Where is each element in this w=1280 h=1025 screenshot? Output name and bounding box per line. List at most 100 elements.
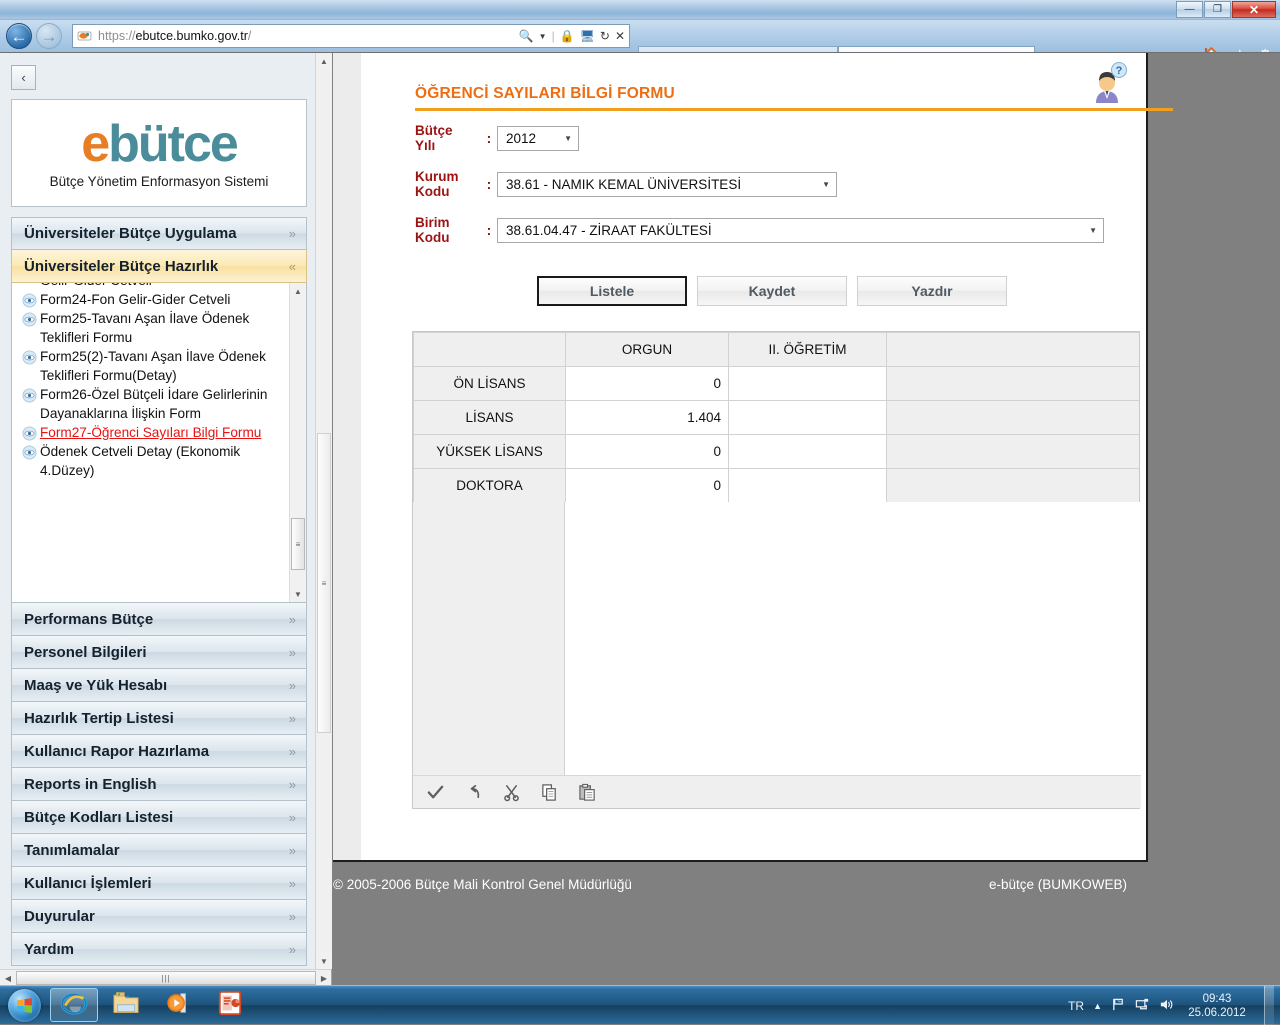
kaydet-button[interactable]: Kaydet [697,276,847,306]
table-row[interactable]: YÜKSEK LİSANS 0 [414,435,1140,469]
table-row[interactable]: DOKTORA 0 [414,469,1140,503]
cell-filler [887,367,1140,401]
birim-kodu-select[interactable]: 38.61.04.47 - ZİRAAT FAKÜLTESİ ▼ [497,218,1104,243]
sidebar-item-hazirlik-tertip-listesi[interactable]: Hazırlık Tertip Listesi » [11,702,307,735]
tree-item-form27-ogrenci-sayilari[interactable]: Form27-Öğrenci Sayıları Bilgi Formu [12,423,288,442]
sidebar-item-universiteler-butce-hazirlik[interactable]: Üniversiteler Bütçe Hazırlık « [11,250,307,283]
node-eye-icon[interactable] [18,347,40,366]
sidebar-item-reports-in-english[interactable]: Reports in English » [11,768,307,801]
cell-ikinci-ogretim[interactable] [729,469,887,503]
chevron-up-icon[interactable]: ▲ [1093,1001,1102,1011]
cell-orgun[interactable]: 0 [566,367,729,401]
sidebar-item-yardim[interactable]: Yardım » [11,933,307,966]
tree-item[interactable]: Form24-Fon Gelir-Gider Cetveli [12,290,288,309]
scrollbar-thumb[interactable]: ≡ [317,433,331,733]
cell-ikinci-ogretim[interactable] [729,367,887,401]
minimize-button[interactable]: — [1176,1,1203,18]
sidebar-item-butce-kodlari-listesi[interactable]: Bütçe Kodları Listesi » [11,801,307,834]
sidebar-item-maas-ve-yuk-hesabi[interactable]: Maaş ve Yük Hesabı » [11,669,307,702]
accept-check-icon[interactable] [425,782,445,802]
butce-yili-select[interactable]: 2012 ▼ [497,126,579,151]
sidebar-item-universiteler-butce-uygulama[interactable]: Üniversiteler Bütçe Uygulama » [11,217,307,250]
node-eye-icon[interactable] [18,290,40,309]
lock-icon[interactable]: 🔒 [560,29,575,43]
search-icon[interactable]: 🔍 [519,29,534,43]
address-bar[interactable]: https://ebutce.bumko.gov.tr/ 🔍 ▼ | 🔒 🖥 ↻… [72,24,630,48]
page-horizontal-scrollbar[interactable]: ◀ ||| ▶ [0,969,332,986]
sidebar-item-kullanici-rapor-hazirlama[interactable]: Kullanıcı Rapor Hazırlama » [11,735,307,768]
clock-time: 09:43 [1203,993,1232,1005]
cell-orgun[interactable]: 1.404 [566,401,729,435]
listele-button[interactable]: Listele [537,276,687,306]
restore-button[interactable]: ❐ [1204,1,1231,18]
sidebar-item-performans-butce[interactable]: Performans Bütçe » [11,603,307,636]
scroll-down-icon[interactable]: ▼ [290,586,306,602]
field-colon: : [481,176,497,192]
tree-item[interactable]: Form25-Tavanı Aşan İlave Ödenek Teklifle… [12,309,288,347]
tree-item[interactable]: Ödenek Cetveli Detay (Ekonomik 4.Düzey) [12,442,288,480]
user-help-avatar-icon[interactable]: ? [1084,61,1130,105]
scrollbar-thumb[interactable]: ||| [16,971,316,985]
close-button[interactable]: ✕ [1232,1,1276,18]
taskbar-app-powerpoint[interactable] [206,988,254,1022]
stop-icon[interactable]: ✕ [615,29,625,43]
sidebar-item-kullanici-islemleri[interactable]: Kullanıcı İşlemleri » [11,867,307,900]
cell-orgun[interactable]: 0 [566,469,729,503]
table-row[interactable]: ÖN LİSANS 0 [414,367,1140,401]
sidebar-item-personel-bilgileri[interactable]: Personel Bilgileri » [11,636,307,669]
tray-language-indicator[interactable]: TR [1068,999,1084,1013]
node-eye-icon[interactable] [18,385,40,404]
taskbar-app-media-player[interactable] [154,988,202,1022]
footer-copyright: © 2005-2006 Bütçe Mali Kontrol Genel Müd… [333,877,632,892]
chevron-down-icon[interactable]: ▼ [539,32,547,41]
yazdir-button[interactable]: Yazdır [857,276,1007,306]
cell-ikinci-ogretim[interactable] [729,435,887,469]
clock[interactable]: 09:43 25.06.2012 [1183,992,1251,1020]
start-button[interactable] [2,987,46,1023]
cell-filler [887,469,1140,503]
tree-item[interactable]: Form26-Özel Bütçeli İdare Gelirlerinin D… [12,385,288,423]
scroll-left-icon[interactable]: ◀ [0,970,16,986]
kurum-kodu-select[interactable]: 38.61 - NAMIK KEMAL ÜNİVERSİTESİ ▼ [497,172,837,197]
sidebar-item-duyurular[interactable]: Duyurular » [11,900,307,933]
network-icon[interactable] [1135,997,1150,1015]
sidebar-collapse-button[interactable]: ‹ [11,65,36,90]
tree-item[interactable]: Gelir-Gider Cetveli [12,283,288,290]
cell-orgun[interactable]: 0 [566,435,729,469]
paste-icon[interactable] [577,782,597,802]
node-eye-icon[interactable] [18,309,40,328]
node-eye-icon[interactable] [18,423,40,442]
chevron-down-icon: ▼ [822,180,830,189]
node-eye-icon[interactable] [18,442,40,461]
taskbar-app-internet-explorer[interactable] [50,988,98,1022]
taskbar-app-windows-explorer[interactable] [102,988,150,1022]
back-arrow-icon: ← [11,28,28,45]
undo-icon[interactable] [463,782,483,802]
show-desktop-button[interactable] [1264,986,1274,1025]
compatibility-view-icon[interactable]: 🖥 [580,29,595,43]
scroll-up-icon[interactable]: ▲ [290,283,306,299]
speaker-icon[interactable] [1159,997,1174,1015]
page-vertical-scrollbar[interactable]: ▲ ≡ ▼ [315,53,332,969]
refresh-icon[interactable]: ↻ [600,29,610,43]
restore-icon: ❐ [1213,5,1222,15]
sidebar-item-tanimlamalar[interactable]: Tanımlamalar » [11,834,307,867]
tree-vertical-scrollbar[interactable]: ▲ ≡ ▼ [289,283,306,602]
tree-item[interactable]: Form25(2)-Tavanı Aşan İlave Ödenek Tekli… [12,347,288,385]
back-button[interactable]: ← [6,23,32,49]
ebutce-logo: ebütce Bütçe Yönetim Enformasyon Sistemi [11,99,307,207]
cut-scissors-icon[interactable] [501,782,521,802]
flag-icon[interactable] [1111,997,1126,1015]
forward-button[interactable]: → [36,23,62,49]
select-value: 38.61.04.47 - ZİRAAT FAKÜLTESİ [506,223,712,238]
table-header-row: ORGUN II. ÖĞRETİM [414,333,1140,367]
copy-icon[interactable] [539,782,559,802]
scroll-down-icon[interactable]: ▼ [316,953,332,969]
table-row[interactable]: LİSANS 1.404 [414,401,1140,435]
scroll-up-icon[interactable]: ▲ [316,53,332,69]
field-birim-kodu: Birim Kodu : 38.61.04.47 - ZİRAAT FAKÜLT… [415,215,1104,245]
scroll-right-icon[interactable]: ▶ [316,970,332,986]
cell-ikinci-ogretim[interactable] [729,401,887,435]
close-icon: ✕ [1249,4,1259,16]
scrollbar-thumb[interactable]: ≡ [291,518,305,570]
